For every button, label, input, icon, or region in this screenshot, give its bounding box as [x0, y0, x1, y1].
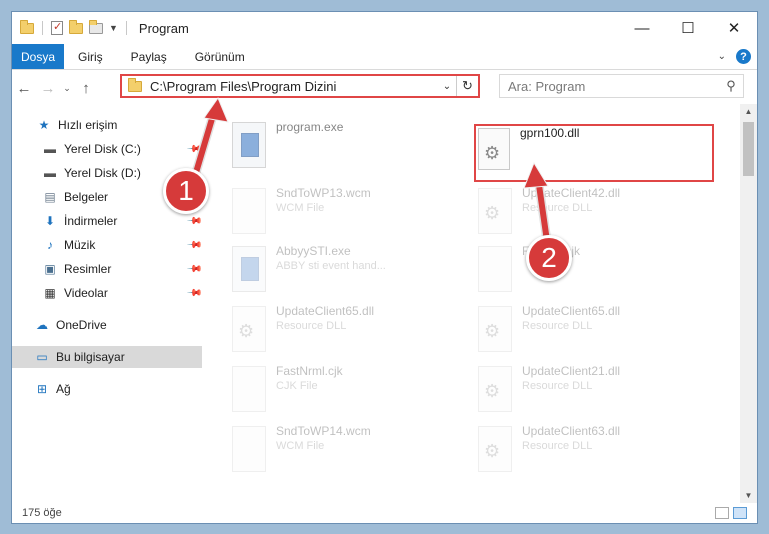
step-2-badge: 2 — [526, 235, 572, 281]
annotation-arrows — [187, 96, 553, 253]
step-1-badge: 1 — [163, 168, 209, 214]
